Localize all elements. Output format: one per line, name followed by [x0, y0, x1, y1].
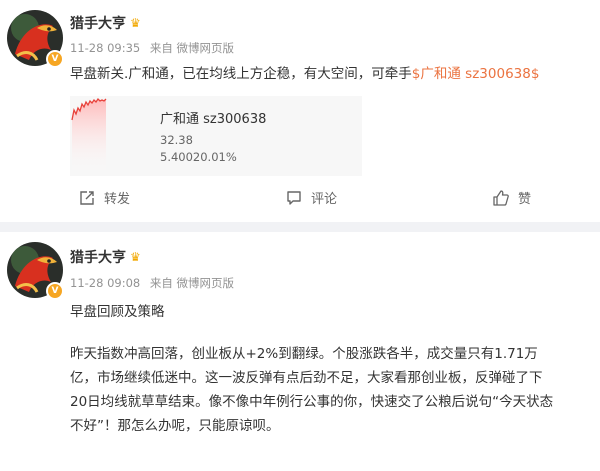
username-text[interactable]: 猎手大亨 [70, 247, 126, 267]
post-title: 早盘回顾及策略 [70, 304, 165, 320]
weibo-post: V 猎手大亨 ♛ 11-28 09:08 来自 微博网页版 早盘回顾及策略 昨天… [0, 232, 600, 471]
username-text[interactable]: 猎手大亨 [70, 13, 126, 33]
stock-card[interactable]: 广和通 sz300638 32.38 5.40020.01% [70, 96, 362, 176]
post-text: 早盘新关.广和通，已在均线上方企稳，有大空间，可牵手$广和通 sz300638$ [70, 62, 592, 86]
post-time[interactable]: 11-28 09:35 [70, 41, 140, 55]
post-time[interactable]: 11-28 09:08 [70, 276, 140, 290]
post-body-line: 20日均线就草草结束。像不像中年例行公事的你，快速交了公粮后说句“今天状态 [70, 394, 554, 410]
username[interactable]: 猎手大亨 ♛ [70, 247, 141, 267]
like-icon [492, 189, 510, 207]
crown-icon: ♛ [130, 16, 141, 30]
repost-button[interactable]: 转发 [78, 188, 130, 207]
stock-tag-link[interactable]: $广和通 sz300638$ [412, 66, 540, 82]
comment-label: 评论 [311, 192, 338, 207]
stock-sparkline [71, 97, 107, 176]
stock-change: 5.40020.01% [160, 150, 237, 164]
post-source: 来自 微博网页版 [149, 276, 235, 290]
post-actions: 转发 评论 赞 [0, 188, 600, 210]
comment-icon [285, 189, 303, 207]
stock-name: 广和通 sz300638 [160, 112, 267, 127]
like-label: 赞 [518, 192, 532, 207]
like-button[interactable]: 赞 [492, 188, 531, 207]
username[interactable]: 猎手大亨 ♛ [70, 13, 141, 33]
post-text-body: 早盘新关.广和通，已在均线上方企稳，有大空间，可牵手 [70, 66, 412, 82]
repost-label: 转发 [104, 192, 131, 207]
verified-icon: V [46, 50, 64, 68]
post-body-line: 不好”！那怎么办呢，只能原谅呗。 [70, 418, 280, 434]
post-body: 昨天指数冲高回落，创业板从+2%到翻绿。个股涨跌各半，成交量只有1.71万 亿，… [70, 342, 592, 438]
repost-icon [78, 189, 96, 207]
post-meta: 11-28 09:35 来自 微博网页版 [70, 40, 240, 56]
weibo-post: V 猎手大亨 ♛ 11-28 09:35 来自 微博网页版 早盘新关.广和通，已… [0, 0, 600, 222]
post-meta: 11-28 09:08 来自 微博网页版 [70, 275, 240, 291]
post-body-line: 昨天指数冲高回落，创业板从+2%到翻绿。个股涨跌各半，成交量只有1.71万 [70, 346, 538, 362]
stock-price: 32.38 [160, 133, 193, 147]
verified-icon: V [46, 282, 64, 300]
post-source: 来自 微博网页版 [149, 41, 235, 55]
comment-button[interactable]: 评论 [285, 188, 337, 207]
post-body-line: 亿，市场继续低迷中。这一波反弹有点后劲不足，大家看那创业板，反弹碰了下 [70, 370, 543, 386]
crown-icon: ♛ [130, 250, 141, 264]
